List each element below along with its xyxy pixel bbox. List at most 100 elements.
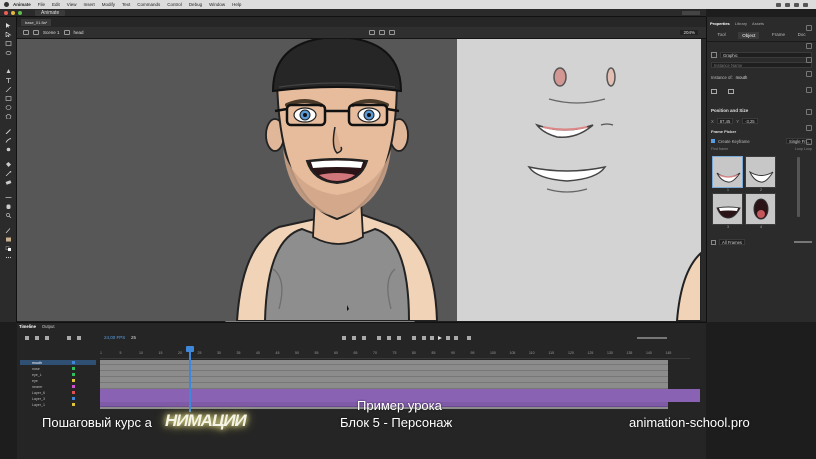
subtab-doc[interactable]: Doc (798, 32, 806, 39)
clip-content-icon[interactable] (389, 30, 395, 35)
new-layer-icon[interactable] (25, 335, 29, 340)
menu-edit[interactable]: Edit (52, 2, 60, 7)
tab-assets[interactable]: Assets (752, 21, 764, 26)
menu-modify[interactable]: Modify (102, 2, 115, 7)
eyedropper-tool-icon[interactable] (5, 171, 12, 176)
x-position-field[interactable]: 87,45 (716, 118, 734, 124)
onion-skin-icon[interactable] (342, 335, 346, 340)
center-frame-icon[interactable] (362, 335, 366, 340)
thumbs-scrollbar[interactable] (797, 157, 800, 217)
edit-symbol-icon[interactable] (728, 89, 734, 94)
layer-color-swatch[interactable] (72, 379, 75, 382)
free-transform-tool-icon[interactable] (5, 41, 12, 46)
subtab-tool[interactable]: Tool (717, 32, 725, 39)
position-size-heading[interactable]: Position and Size (711, 108, 748, 113)
frame-row[interactable] (100, 360, 668, 365)
status-icon[interactable] (785, 2, 790, 7)
thumb-size-slider[interactable] (794, 241, 812, 243)
app-tab[interactable]: Animate (35, 9, 66, 16)
tab-library[interactable]: Library (735, 21, 747, 26)
breadcrumb-symbol[interactable]: head (74, 30, 84, 35)
pencil-tool-icon[interactable] (5, 129, 12, 134)
zoom-tool-icon[interactable] (5, 213, 12, 218)
tween-icon[interactable] (412, 335, 416, 340)
frame-thumb-4[interactable] (745, 193, 776, 225)
side-transform-icon[interactable] (806, 109, 812, 115)
breadcrumb-scene[interactable]: Scene 1 (43, 30, 60, 35)
frame-thumb-2[interactable] (745, 156, 776, 188)
layer-row[interactable]: Layer_6 (20, 390, 96, 395)
zoom-window-button[interactable] (18, 10, 22, 15)
subtab-frame[interactable]: Frame (772, 32, 785, 39)
zoom-level[interactable]: 204% (680, 30, 698, 35)
oval-tool-icon[interactable] (5, 105, 12, 110)
swap-symbol-icon[interactable] (711, 89, 717, 94)
center-stage-icon[interactable] (379, 30, 385, 35)
menu-debug[interactable]: Debug (189, 2, 202, 7)
stage[interactable] (17, 39, 701, 321)
side-history-icon[interactable] (806, 125, 812, 131)
frame-row[interactable] (100, 372, 668, 377)
step-forward-icon[interactable] (446, 335, 450, 340)
step-back-icon[interactable] (430, 335, 434, 340)
fill-color-icon[interactable] (5, 237, 12, 242)
frame-row[interactable] (100, 378, 668, 383)
instance-of-value[interactable]: mouth (736, 75, 748, 80)
menu-control[interactable]: Control (167, 2, 182, 7)
lasso-tool-icon[interactable] (5, 51, 12, 56)
frame-row[interactable] (100, 366, 668, 371)
all-frames-select[interactable]: All Frames (719, 239, 746, 245)
swap-colors-icon[interactable] (5, 246, 12, 251)
go-first-frame-icon[interactable] (422, 335, 426, 340)
text-tool-icon[interactable] (5, 78, 12, 83)
subselection-tool-icon[interactable] (5, 32, 12, 37)
y-position-field[interactable]: -3,25 (742, 118, 758, 124)
close-window-button[interactable] (4, 10, 8, 15)
polystar-tool-icon[interactable] (5, 114, 12, 119)
layer-row[interactable]: eye (20, 378, 96, 383)
minimize-window-button[interactable] (11, 10, 15, 15)
insert-frame-icon[interactable] (397, 335, 401, 340)
layer-color-swatch[interactable] (72, 397, 75, 400)
current-frame[interactable]: 25 (131, 335, 136, 340)
loop-option[interactable]: Loop Loop (795, 147, 812, 151)
timeline-zoom-slider[interactable] (637, 336, 667, 339)
menu-file[interactable]: File (38, 2, 45, 7)
loop-icon[interactable] (467, 335, 471, 340)
tab-properties[interactable]: Properties (710, 21, 730, 26)
layer-color-swatch[interactable] (72, 361, 75, 364)
side-properties-icon[interactable] (806, 25, 812, 31)
menu-text[interactable]: Text (122, 2, 130, 7)
status-icon[interactable] (803, 2, 808, 7)
menu-commands[interactable]: Commands (137, 2, 160, 7)
create-keyframe-checkbox[interactable] (711, 139, 715, 143)
lock-all-icon[interactable] (77, 335, 81, 340)
layer-row[interactable]: mouth (20, 360, 96, 365)
edit-multiple-frames-icon[interactable] (352, 335, 356, 340)
status-icon[interactable] (776, 2, 781, 7)
playhead[interactable] (189, 347, 191, 412)
line-tool-icon[interactable] (5, 87, 12, 92)
workspace-switcher[interactable] (682, 10, 700, 15)
layer-color-swatch[interactable] (72, 385, 75, 388)
layer-color-swatch[interactable] (72, 391, 75, 394)
paint-brush-tool-icon[interactable] (5, 147, 12, 152)
edit-symbols-icon[interactable] (369, 30, 375, 35)
document-tab[interactable]: base_01.fla* (21, 18, 52, 26)
hand-tool-icon[interactable] (5, 204, 12, 209)
stroke-color-icon[interactable] (5, 228, 12, 233)
layer-row[interactable]: Layer_3 (20, 396, 96, 401)
rectangle-tool-icon[interactable] (5, 96, 12, 101)
status-icon[interactable] (794, 2, 799, 7)
go-last-frame-icon[interactable] (454, 335, 458, 340)
insert-blank-keyframe-icon[interactable] (387, 335, 391, 340)
menu-window[interactable]: Window (209, 2, 225, 7)
layer-color-swatch[interactable] (72, 373, 75, 376)
instance-name-input[interactable]: Instance Name (711, 62, 812, 68)
side-align-icon[interactable] (806, 57, 812, 63)
delete-layer-icon[interactable] (45, 335, 49, 340)
pen-tool-icon[interactable] (5, 69, 12, 74)
symbol-type-select[interactable]: Graphic (720, 52, 812, 58)
first-frame-option[interactable]: First frame (711, 147, 728, 151)
eraser-tool-icon[interactable] (5, 180, 12, 185)
